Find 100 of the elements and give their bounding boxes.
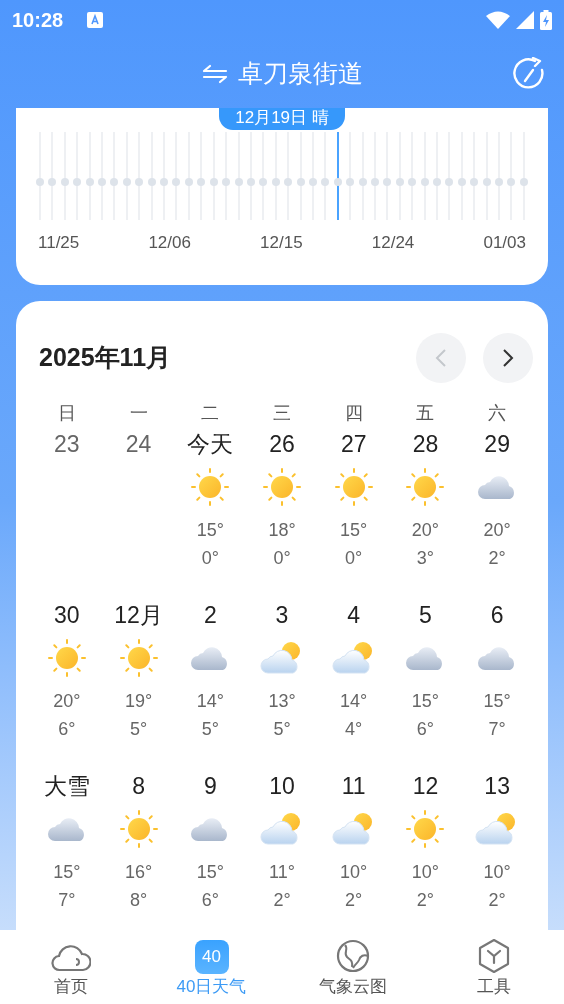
day-label: 12 [412,772,439,801]
timeline-day[interactable] [420,132,429,220]
swap-icon[interactable] [201,64,228,84]
day-cell[interactable]: 3 13° 5° [246,596,318,767]
sun-icon [262,467,302,507]
timeline-day[interactable] [184,132,193,220]
day-label: 8 [132,772,145,801]
timeline-day[interactable] [209,132,218,220]
month-title: 2025年11月 [39,342,172,374]
timeline-day[interactable] [457,132,466,220]
timeline-day[interactable] [433,132,441,220]
day-cell[interactable]: 29 20° 2° [461,425,533,596]
high-temperature: 20° [483,519,511,542]
weekday-label: 二 [200,402,221,425]
timeline-day[interactable] [308,132,317,220]
timeline-day[interactable] [160,132,169,220]
day-cell[interactable]: 24 [102,425,175,596]
timeline-day[interactable] [408,132,417,220]
high-temperature: 14° [196,690,224,713]
next-month-button[interactable] [483,333,533,383]
high-temperature: 16° [124,861,153,884]
timeline-day[interactable] [197,132,206,220]
timeline-day[interactable] [271,132,280,220]
high-temperature: 20° [411,519,440,542]
nav-label: 40日天气 [176,976,247,998]
timeline-day[interactable] [495,132,504,220]
day-cell[interactable]: 今天 15° 0° [174,425,247,596]
timeline-day[interactable] [370,132,379,220]
timeline-day[interactable] [383,132,392,220]
high-temperature: 15° [340,519,368,542]
timeline-day[interactable] [507,132,516,220]
weekday-label: 六 [487,402,508,425]
low-temperature: 0° [201,547,219,570]
day-cell[interactable]: 2 14° 5° [174,596,247,767]
nav-label: 气象云图 [318,976,387,998]
low-temperature: 2° [273,889,291,912]
timeline-day[interactable] [519,132,528,220]
timeline-day[interactable] [222,132,231,220]
high-temperature: 15° [483,690,511,713]
battery-icon [540,10,552,30]
timeline-day[interactable] [98,132,107,220]
day-cell[interactable]: 23 [31,425,103,596]
sun-icon [405,467,446,507]
high-temperature: 10° [483,861,511,884]
high-temperature: 13° [268,690,296,713]
day-label: 27 [340,430,367,459]
refresh-icon[interactable] [513,57,547,91]
date-axis-label: 11/25 [38,232,80,254]
timeline-day[interactable] [172,132,181,220]
day-label: 11 [341,772,366,801]
timeline-day[interactable] [135,132,144,220]
day-label: 29 [484,430,510,459]
weekday-label: 四 [343,402,364,425]
day-cell[interactable]: 5 15° 6° [389,596,462,767]
sun-icon [118,809,159,849]
low-temperature: 5° [273,718,291,741]
timeline-day[interactable] [482,132,491,220]
sun-icon [46,638,87,678]
timeline-day[interactable] [321,132,330,220]
day-cell[interactable]: 27 15° 0° [317,425,390,596]
weekday-label: 日 [56,402,77,425]
timeline-day[interactable] [358,132,367,220]
low-temperature: 7° [488,718,506,741]
day-label: 9 [203,772,217,801]
chevron-left-icon [435,348,447,368]
high-temperature: 15° [53,861,81,884]
timeline-day[interactable] [395,132,404,220]
timeline-day[interactable] [85,132,94,220]
timeline-day[interactable] [333,132,342,220]
timeline-day[interactable] [445,132,454,220]
timeline-day[interactable] [284,132,293,220]
nav-label: 工具 [476,976,511,998]
high-temperature: 19° [124,690,153,713]
timeline-day[interactable] [36,132,44,220]
timeline-day[interactable] [246,132,255,220]
low-temperature: 2° [345,889,363,912]
day-label: 10 [269,772,295,801]
low-temperature: 2° [488,889,506,912]
high-temperature: 15° [411,690,440,713]
day-label: 2 [203,601,217,630]
timeline-day[interactable] [234,132,243,220]
day-cell[interactable]: 4 14° 4° [317,596,390,767]
timeline-day[interactable] [346,132,355,220]
timeline-day[interactable] [296,132,305,220]
timeline-day[interactable] [147,132,156,220]
day-cell[interactable]: 12月 19° 5° [102,596,175,767]
low-temperature: 0° [345,547,363,570]
timeline-day[interactable] [259,132,268,220]
day-cell[interactable]: 26 18° 0° [246,425,318,596]
timeline-day[interactable] [110,132,119,220]
day-cell[interactable]: 6 15° 7° [461,596,533,767]
low-temperature: 6° [416,718,435,741]
timeline-day[interactable] [470,132,479,220]
day-cell[interactable]: 28 20° 3° [389,425,462,596]
timeline-day[interactable] [73,132,82,220]
timeline-day[interactable] [48,132,57,220]
day-label: 6 [490,601,504,630]
day-cell[interactable]: 30 20° 6° [31,596,103,767]
timeline-day[interactable] [122,132,131,220]
timeline-day[interactable] [60,132,69,220]
